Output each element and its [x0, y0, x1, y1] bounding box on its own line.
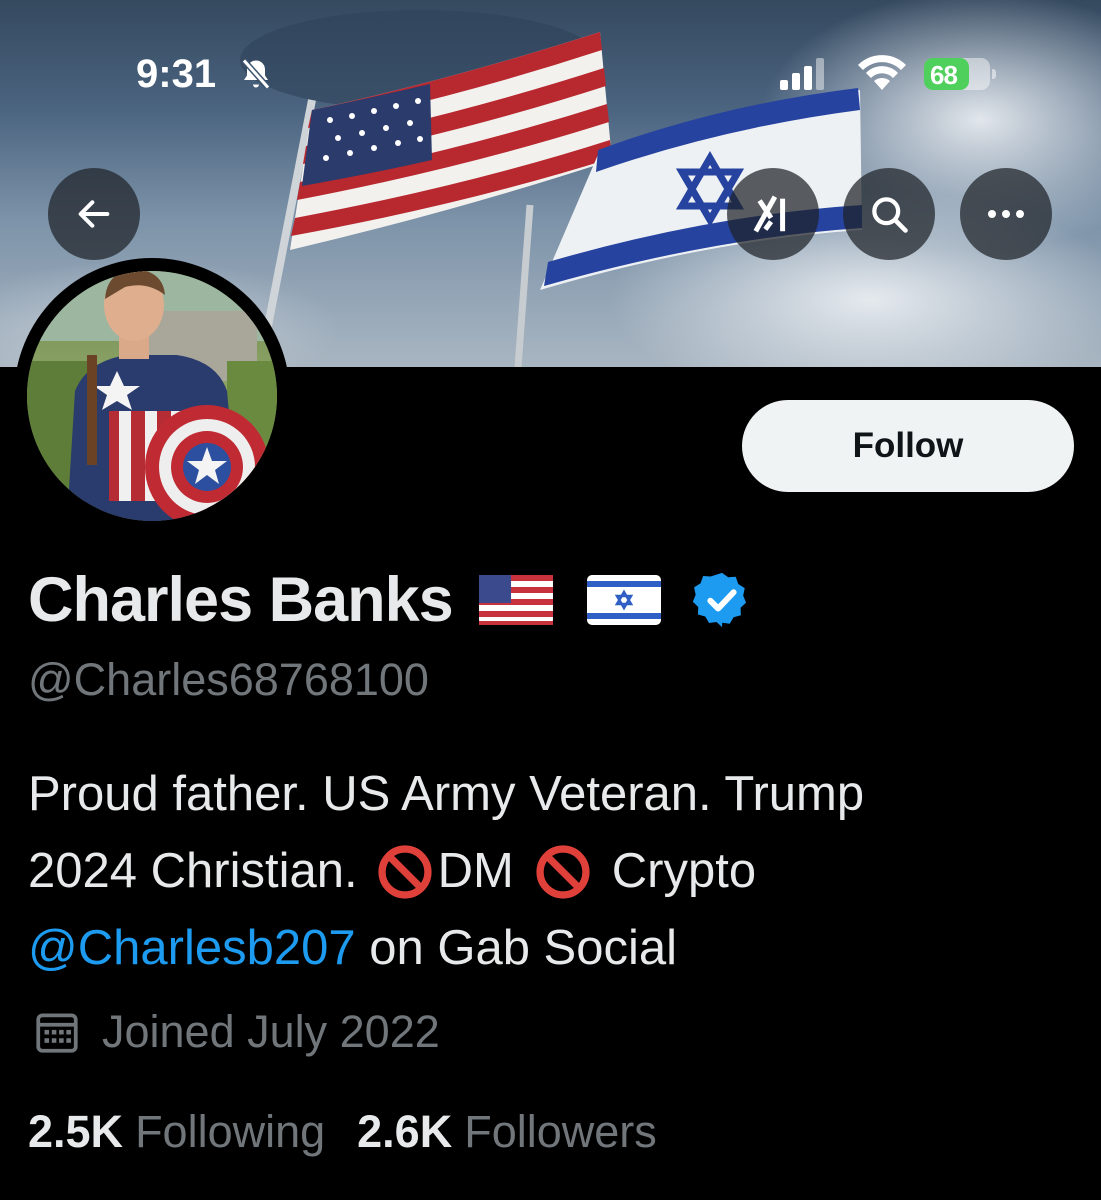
avatar[interactable] — [27, 271, 277, 521]
profile-bio: Proud father. US Army Veteran. Trump 202… — [28, 756, 1078, 987]
wifi-icon — [858, 55, 906, 90]
battery-indicator: 68 — [924, 58, 998, 92]
following-label: Following — [135, 1106, 326, 1157]
display-name: Charles Banks — [28, 565, 454, 635]
bio-text: DM — [437, 844, 514, 898]
grok-button[interactable] — [727, 168, 819, 260]
bio-line-3: @Charlesb207 on Gab Social — [28, 910, 1078, 987]
prohibited-emoji-icon — [377, 844, 432, 899]
arrow-left-icon — [78, 200, 110, 228]
bio-text: 2024 Christian. — [28, 844, 358, 898]
joined-date: Joined July 2022 — [32, 1000, 440, 1064]
bio-text: on Gab Social — [355, 921, 678, 975]
bio-mention-link[interactable]: @Charlesb207 — [28, 910, 356, 987]
calendar-icon — [36, 1013, 78, 1053]
israel-flag-emoji — [586, 575, 661, 625]
joined-text: Joined July 2022 — [102, 1006, 440, 1057]
verified-badge-icon[interactable] — [691, 569, 753, 631]
grok-icon — [753, 195, 786, 233]
profile-name-row: Charles Banks — [28, 562, 753, 638]
more-options-button[interactable] — [960, 168, 1052, 260]
bio-text: Proud father. US Army Veteran. Trump — [28, 767, 865, 821]
followers-link[interactable]: 2.6K Followers — [357, 1106, 657, 1158]
back-button[interactable] — [48, 168, 140, 260]
more-horizontal-icon — [988, 210, 1024, 218]
bio-text: Crypto — [611, 844, 757, 898]
search-button[interactable] — [843, 168, 935, 260]
bio-line-2: 2024 Christian. DM Crypto — [28, 833, 1078, 910]
bio-line-1: Proud father. US Army Veteran. Trump — [28, 756, 1078, 833]
cellular-signal-icon — [780, 58, 824, 90]
status-bar: 9:31 68 — [0, 0, 1101, 110]
battery-cap — [992, 69, 996, 79]
profile-handle: @Charles68768100 — [28, 654, 429, 705]
followers-label: Followers — [464, 1106, 657, 1157]
follow-stats: 2.5K Following 2.6K Followers — [28, 1100, 657, 1164]
following-count: 2.5K — [28, 1106, 124, 1157]
battery-level: 68 — [930, 60, 958, 90]
followers-count: 2.6K — [357, 1106, 453, 1157]
us-flag-emoji — [478, 575, 553, 625]
search-icon — [872, 197, 908, 233]
avatar-image — [27, 271, 277, 521]
follow-button[interactable]: Follow — [742, 400, 1074, 492]
prohibited-emoji-icon — [536, 844, 590, 899]
silent-bell-icon — [241, 58, 271, 90]
following-link[interactable]: 2.5K Following — [28, 1106, 325, 1158]
status-time: 9:31 — [136, 52, 217, 96]
